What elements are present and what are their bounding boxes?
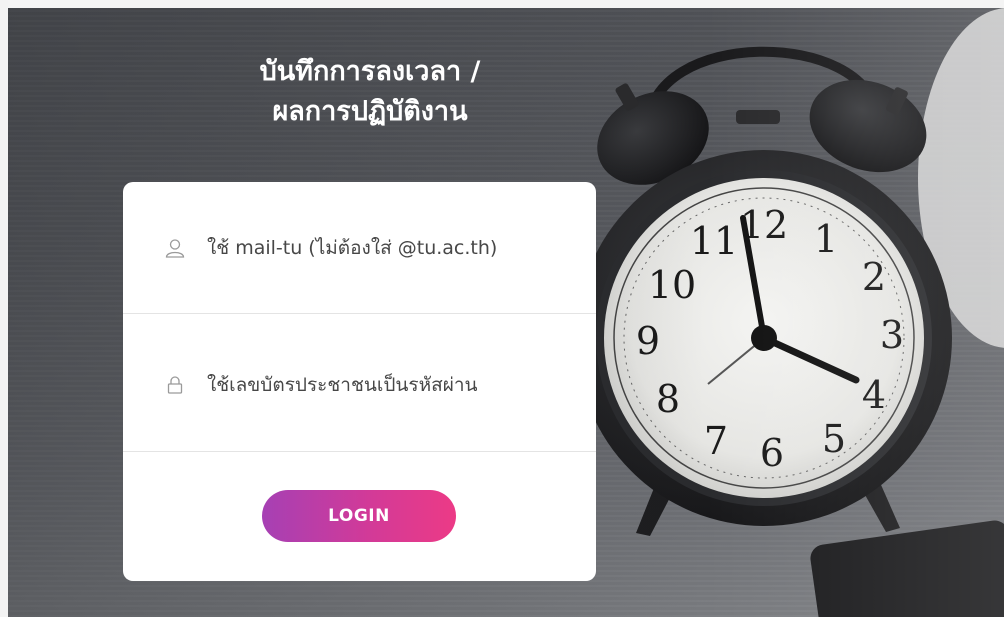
clock-numeral: 6 [760,431,784,475]
clock-numeral: 12 [740,203,788,247]
page-title-line1: บันทึกการลงเวลา / [259,56,481,87]
login-card: LOGIN [123,182,596,581]
username-field-row [123,182,596,314]
clock-numeral: 5 [822,417,846,461]
clock-numeral: 4 [862,373,886,417]
page-title-line2: ผลการปฏิบัติงาน [272,96,468,127]
clock-numeral: 7 [704,419,728,463]
page-title: บันทึกการลงเวลา / ผลการปฏิบัติงาน [180,52,560,132]
clock-numeral: 8 [656,377,680,421]
clock-numeral: 10 [648,263,696,307]
lock-icon [165,375,185,395]
clock-numeral: 3 [880,313,904,357]
clock-numeral: 9 [636,319,660,363]
password-input[interactable] [207,365,567,405]
clock-numeral: 1 [814,217,838,261]
user-icon [165,238,185,258]
clock-numeral: 11 [690,219,738,263]
login-page: 12 1 2 3 4 5 6 7 8 9 10 11 บันทึกการลงเว… [0,0,1004,617]
page-edge [0,0,8,617]
username-input[interactable] [207,227,567,268]
password-field-row [123,319,596,452]
login-button[interactable]: LOGIN [262,490,456,542]
clock-numeral: 2 [862,255,886,299]
